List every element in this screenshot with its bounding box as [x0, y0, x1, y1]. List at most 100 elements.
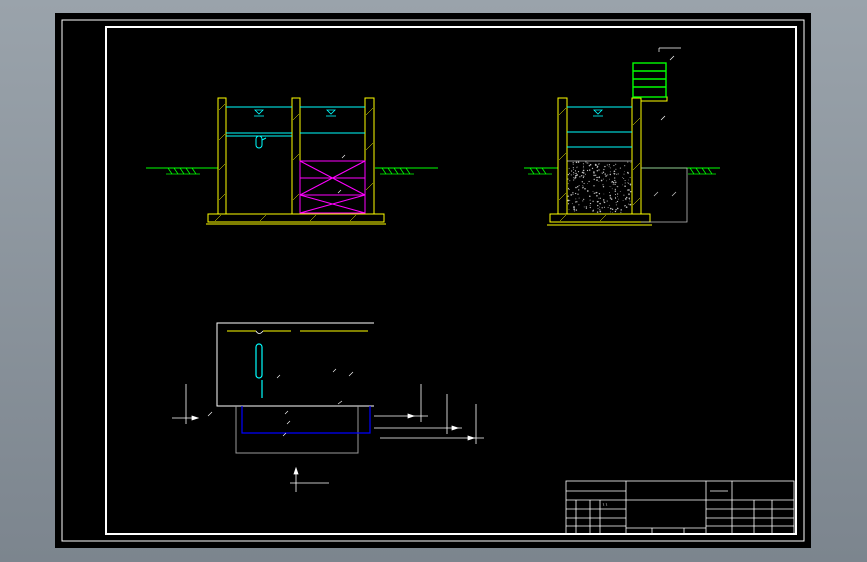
gravel-dot [617, 196, 619, 198]
gravel-dot [595, 176, 597, 178]
gravel-dot [573, 210, 575, 212]
gravel-dot [619, 191, 621, 192]
gravel-dot [576, 166, 578, 168]
gravel-dot [593, 185, 595, 187]
gravel-dot [619, 167, 621, 169]
gravel-dot [573, 208, 576, 211]
gravel-dot [599, 209, 601, 211]
gravel-dot [571, 170, 573, 172]
gravel-dot [596, 195, 598, 197]
gravel-dot [617, 198, 619, 200]
gravel-dot [572, 192, 574, 194]
gravel-dot [573, 173, 574, 175]
gravel-dot [597, 197, 599, 199]
gravel-dot [576, 201, 578, 203]
gravel-dot [610, 186, 612, 188]
gravel-dot [596, 211, 599, 213]
drawing-sheet [55, 13, 811, 548]
gravel-dot [572, 168, 574, 170]
gravel-dot [624, 185, 626, 187]
gravel-dot [624, 179, 626, 182]
gravel-dot [624, 182, 626, 184]
gravel-dot [599, 202, 601, 205]
gravel-dot [571, 203, 573, 205]
gravel-dot [600, 172, 602, 174]
gravel-dot [630, 162, 632, 163]
gravel-dot [622, 200, 624, 201]
gravel-dot [582, 186, 584, 188]
gravel-dot [578, 197, 580, 199]
gravel-dot [613, 165, 615, 167]
gravel-dot [594, 163, 597, 166]
gravel-dot [608, 204, 610, 206]
gravel-dot [608, 166, 610, 168]
gravel-dot [603, 206, 606, 208]
gravel-dot [570, 194, 573, 196]
gravel-dot [599, 197, 601, 199]
cad-drawing-viewport[interactable] [0, 0, 867, 562]
gravel-dot [593, 192, 595, 194]
gravel-dot [607, 207, 609, 208]
gravel-dot [581, 172, 583, 174]
gravel-dot [598, 193, 601, 195]
gravel-dot [628, 193, 630, 196]
gravel-dot [602, 184, 604, 186]
gravel-dot [615, 181, 617, 184]
gravel-dot [596, 191, 598, 193]
gravel-dot [578, 189, 580, 191]
gravel-dot [629, 203, 632, 206]
gravel-dot [596, 179, 598, 181]
gravel-dot [574, 173, 576, 174]
gravel-dot [567, 199, 570, 202]
gravel-dot [593, 174, 595, 177]
gravel-dot [575, 201, 577, 203]
gravel-dot [606, 164, 608, 166]
gravel-dot [604, 173, 606, 175]
gravel-dot [577, 171, 580, 173]
gravel-dot [601, 207, 603, 209]
gravel-dot [573, 178, 575, 180]
gravel-dot [589, 199, 591, 201]
gravel-dot [575, 209, 578, 211]
gravel-dot [622, 184, 624, 186]
gravel-dot [575, 198, 577, 200]
gravel-dot [567, 173, 570, 176]
gravel-dot [610, 211, 612, 213]
gravel-dot [578, 185, 580, 187]
gravel-dot [581, 181, 583, 183]
gravel-dot [627, 189, 629, 191]
gravel-dot [624, 165, 626, 167]
gravel-dot [610, 182, 612, 184]
gravel-dot [572, 193, 574, 195]
gravel-dot [623, 178, 625, 179]
gravel-dot [615, 168, 617, 170]
gravel-dot [615, 197, 617, 200]
gravel-dot [602, 173, 603, 175]
gravel-dot [593, 178, 595, 181]
gravel-dot [627, 171, 629, 174]
gravel-dot [585, 206, 587, 208]
gravel-dot [629, 190, 632, 193]
gravel-dot [572, 163, 574, 165]
gravel-dot [570, 174, 572, 176]
gravel-dot [615, 209, 617, 211]
gravel-dot [574, 192, 577, 195]
gravel-dot [585, 207, 588, 209]
gravel-dot [628, 203, 629, 205]
cad-drawing-canvas[interactable] [0, 0, 867, 562]
gravel-dot [589, 163, 592, 166]
gravel-dot [596, 170, 599, 172]
gravel-dot [583, 175, 585, 177]
gravel-dot [628, 182, 630, 184]
gravel-dot [604, 165, 606, 168]
gravel-dot [582, 185, 584, 186]
gravel-dot [614, 210, 617, 213]
gravel-dot [573, 172, 575, 174]
gravel-dot [616, 207, 619, 210]
gravel-dot [573, 179, 575, 181]
gravel-dot [615, 202, 617, 204]
gravel-dot [567, 178, 569, 180]
gravel-dot [575, 186, 577, 189]
gravel-dot [586, 190, 589, 192]
gravel-dot [616, 200, 619, 203]
